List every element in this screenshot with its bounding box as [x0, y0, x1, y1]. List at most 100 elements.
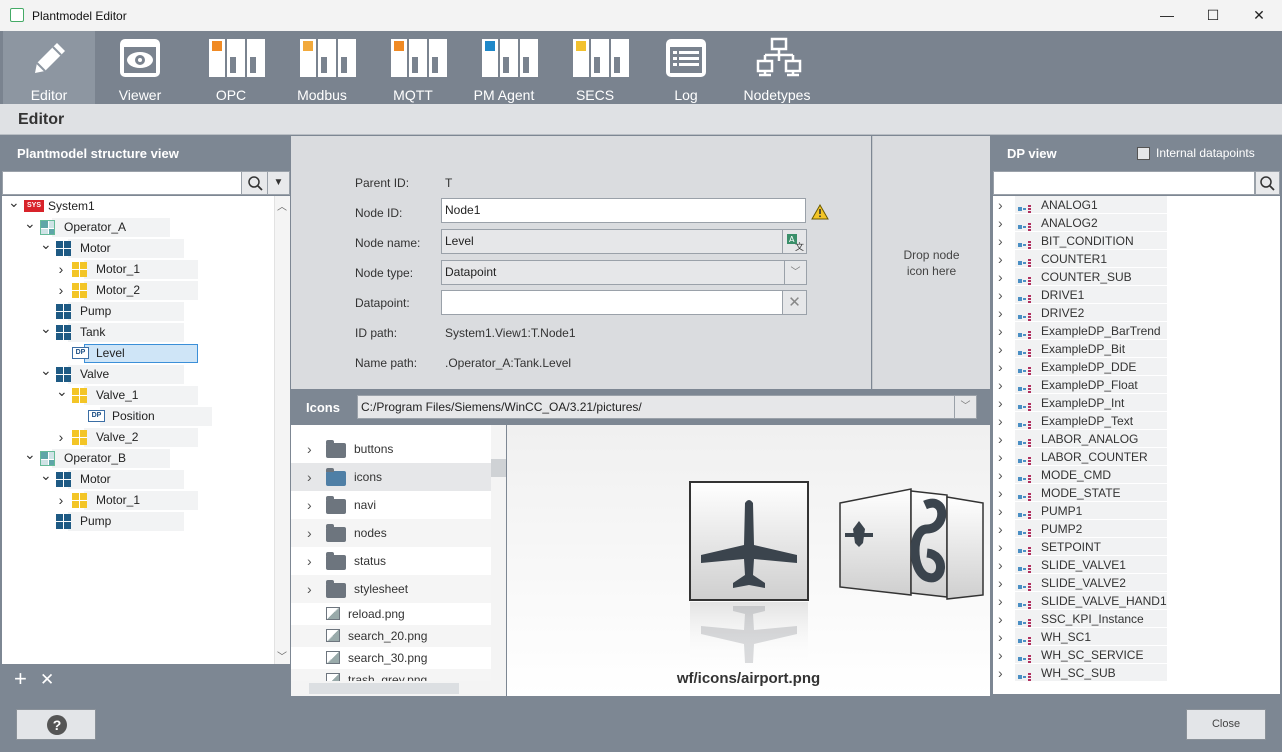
chevron-right-icon[interactable]: › [998, 574, 1003, 592]
folder-row[interactable]: › navi [291, 491, 491, 519]
chevron-down-icon[interactable]: ⌄ [56, 384, 68, 398]
folder-row[interactable]: › icons [291, 463, 491, 491]
file-row[interactable]: search_20.png [291, 625, 491, 647]
minimize-button[interactable]: — [1144, 0, 1190, 31]
dp-search-button[interactable] [1255, 171, 1280, 195]
maximize-button[interactable]: ☐ [1190, 0, 1236, 31]
chevron-right-icon[interactable]: › [998, 196, 1003, 214]
translate-button[interactable]: A文 [782, 229, 807, 254]
dp-list-item[interactable]: › WH_SC_SERVICE [993, 646, 1265, 664]
dp-search-input[interactable] [993, 171, 1255, 195]
node-type-select[interactable]: Datapoint ﹀ [441, 260, 807, 285]
chevron-right-icon[interactable]: › [998, 610, 1003, 628]
tree-node[interactable]: ⌄ Operator_A [2, 216, 274, 238]
toolbar-mqtt[interactable]: MQTT [367, 31, 459, 104]
chevron-right-icon[interactable]: › [998, 556, 1003, 574]
tree-node[interactable]: ⌄ Tank [2, 321, 274, 343]
chevron-down-icon[interactable]: ⌄ [40, 363, 52, 377]
toolbar-opc[interactable]: OPC [185, 31, 277, 104]
chevron-right-icon[interactable]: › [998, 502, 1003, 520]
chevron-down-icon[interactable]: ⌄ [24, 216, 36, 230]
tree-node[interactable]: › Motor_2 [2, 280, 274, 301]
folder-row[interactable]: › stylesheet [291, 575, 491, 603]
chevron-right-icon[interactable]: › [998, 520, 1003, 538]
clear-datapoint-icon[interactable]: ✕ [782, 290, 807, 315]
remove-node-button[interactable]: ✕ [40, 669, 54, 691]
folder-row[interactable]: › buttons [291, 435, 491, 463]
toolbar-secs[interactable]: SECS [549, 31, 641, 104]
chevron-right-icon[interactable]: › [307, 435, 312, 463]
chevron-right-icon[interactable]: › [998, 250, 1003, 268]
chevron-down-icon[interactable]: ⌄ [40, 468, 52, 482]
tree-node[interactable]: ⌄ Operator_B [2, 447, 274, 469]
dp-list-item[interactable]: › ExampleDP_Text [993, 412, 1265, 430]
icon-drop-zone[interactable]: Drop node icon here [872, 136, 990, 389]
tree-scrollbar[interactable]: ︿ ﹀ [274, 196, 290, 664]
chevron-right-icon[interactable]: › [56, 262, 66, 276]
dp-list-item[interactable]: › ANALOG1 [993, 196, 1265, 214]
tree-node[interactable]: ⌄ Motor [2, 468, 274, 490]
chevron-right-icon[interactable]: › [998, 628, 1003, 646]
chevron-right-icon[interactable]: › [998, 376, 1003, 394]
dp-list-item[interactable]: › PUMP1 [993, 502, 1265, 520]
chevron-down-icon[interactable]: ⌄ [40, 237, 52, 251]
node-name-field[interactable]: Level [441, 229, 783, 254]
chevron-right-icon[interactable]: › [307, 463, 312, 491]
chevron-right-icon[interactable]: › [998, 322, 1003, 340]
dp-list-item[interactable]: › ExampleDP_DDE [993, 358, 1265, 376]
chevron-right-icon[interactable]: › [998, 214, 1003, 232]
dp-list-item[interactable]: › SLIDE_VALVE1 [993, 556, 1265, 574]
datapoint-field[interactable] [441, 290, 783, 315]
chevron-down-icon[interactable]: ⌄ [8, 195, 20, 209]
dp-list-item[interactable]: › LABOR_COUNTER [993, 448, 1265, 466]
folder-row[interactable]: › status [291, 547, 491, 575]
dp-list-item[interactable]: › ExampleDP_Bit [993, 340, 1265, 358]
dp-list-item[interactable]: › MODE_CMD [993, 466, 1265, 484]
dp-list-item[interactable]: › SLIDE_VALVE2 [993, 574, 1265, 592]
dp-list-item[interactable]: › PUMP2 [993, 520, 1265, 538]
chevron-down-icon[interactable]: ⌄ [40, 321, 52, 335]
dp-list-item[interactable]: › ExampleDP_BarTrend [993, 322, 1265, 340]
add-node-button[interactable]: + [14, 667, 27, 691]
chevron-right-icon[interactable]: › [307, 491, 312, 519]
chevron-right-icon[interactable]: › [307, 519, 312, 547]
help-button[interactable]: ? [16, 709, 96, 740]
chevron-right-icon[interactable]: › [998, 466, 1003, 484]
tree-node[interactable]: › Motor_1 [2, 490, 274, 511]
dp-list-item[interactable]: › COUNTER_SUB [993, 268, 1265, 286]
folder-row[interactable]: › nodes [291, 519, 491, 547]
chevron-right-icon[interactable]: › [998, 412, 1003, 430]
filter-dropdown-icon[interactable]: ▼ [267, 172, 289, 194]
chevron-right-icon[interactable]: › [998, 268, 1003, 286]
tree-node[interactable]: ⌄ Motor [2, 237, 274, 259]
toolbar-log[interactable]: Log [640, 31, 732, 104]
tree-node[interactable]: › Motor_1 [2, 259, 274, 280]
scroll-thumb[interactable] [491, 459, 506, 477]
chevron-right-icon[interactable]: › [998, 304, 1003, 322]
scroll-up-icon[interactable]: ︿ [277, 198, 287, 213]
chevron-right-icon[interactable]: › [998, 484, 1003, 502]
file-row[interactable]: reload.png [291, 603, 491, 625]
chevron-right-icon[interactable]: › [56, 493, 66, 507]
toolbar-nodetypes[interactable]: Nodetypes [731, 31, 823, 104]
tree-node[interactable]: ⌄ Valve [2, 363, 274, 385]
dp-list-item[interactable]: › COUNTER1 [993, 250, 1265, 268]
tree-node[interactable]: Pump [2, 301, 274, 322]
close-window-button[interactable]: ✕ [1236, 0, 1282, 31]
tree-node[interactable]: ⌄ SYS System1 [2, 195, 274, 217]
chevron-right-icon[interactable]: › [56, 283, 66, 297]
scroll-thumb[interactable] [309, 683, 459, 694]
structure-search-input[interactable] [3, 172, 241, 194]
dp-list-item[interactable]: › LABOR_ANALOG [993, 430, 1265, 448]
toolbar-modbus[interactable]: Modbus [276, 31, 368, 104]
close-button[interactable]: Close [1186, 709, 1266, 740]
chevron-right-icon[interactable]: › [998, 646, 1003, 664]
chevron-right-icon[interactable]: › [56, 430, 66, 444]
chevron-right-icon[interactable]: › [998, 592, 1003, 610]
chevron-right-icon[interactable]: › [998, 538, 1003, 556]
search-button[interactable] [241, 172, 267, 194]
dp-list-item[interactable]: › ANALOG2 [993, 214, 1265, 232]
chevron-right-icon[interactable]: › [998, 286, 1003, 304]
toolbar-viewer[interactable]: Viewer [94, 31, 186, 104]
dp-list-item[interactable]: › ExampleDP_Float [993, 376, 1265, 394]
